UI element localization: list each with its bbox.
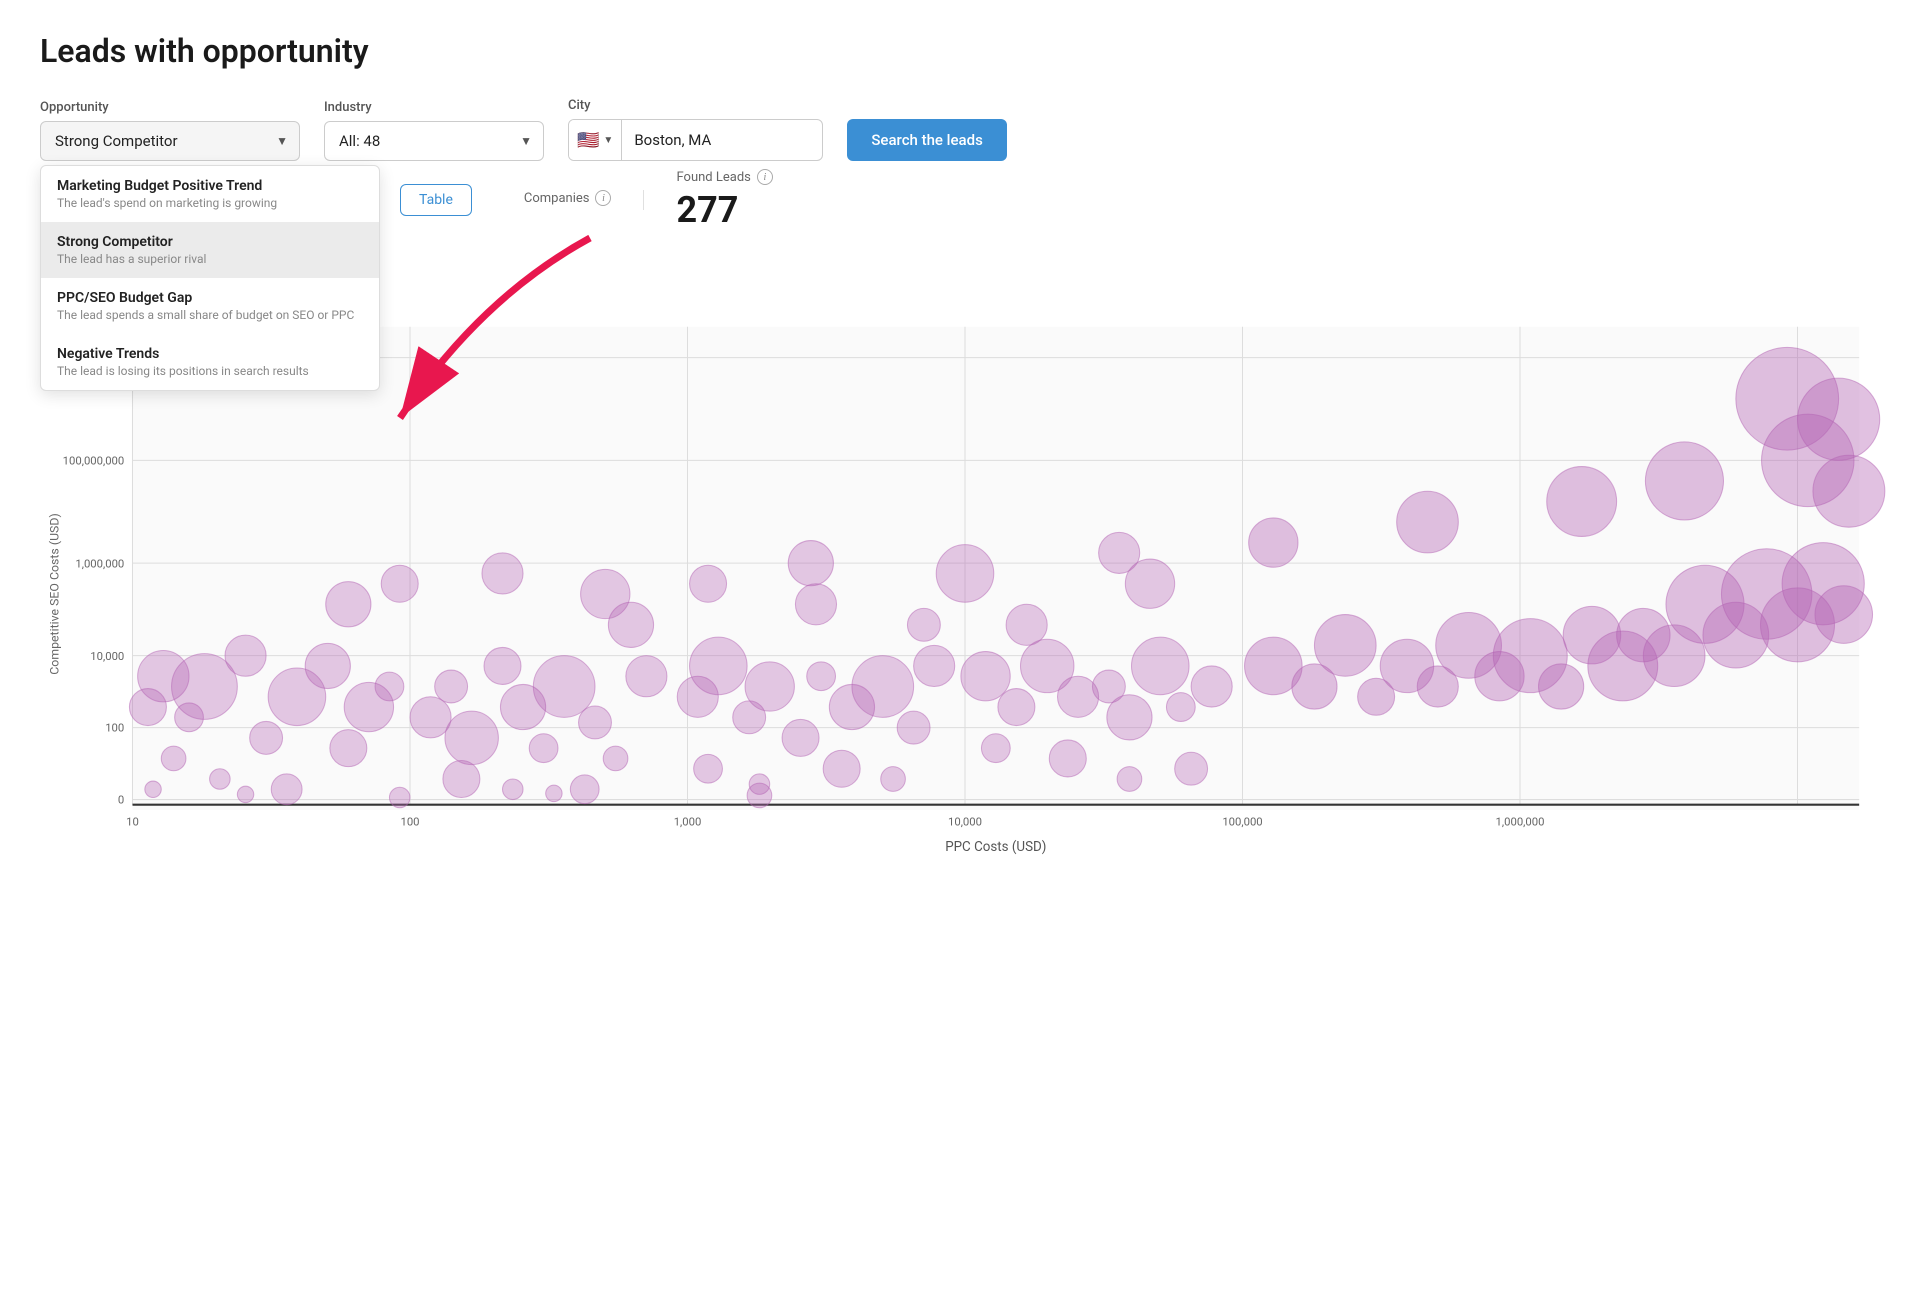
dropdown-item-title-1: Strong Competitor — [57, 234, 363, 250]
dropdown-item-desc-3: The lead is losing its positions in sear… — [57, 364, 363, 378]
opportunity-select[interactable]: Strong Competitor Marketing Budget Posit… — [40, 121, 300, 161]
dropdown-item-title-2: PPC/SEO Budget Gap — [57, 290, 363, 306]
dropdown-item-desc-0: The lead's spend on marketing is growing — [57, 196, 363, 210]
flag-us-icon: 🇺🇸 — [577, 130, 599, 151]
svg-text:0: 0 — [118, 794, 124, 807]
found-leads-value: 277 — [676, 189, 772, 231]
industry-select[interactable]: All: 48 — [324, 121, 544, 161]
filters-row: Opportunity Strong Competitor Marketing … — [40, 98, 1890, 161]
svg-text:10,000: 10,000 — [948, 815, 982, 828]
city-label: City — [568, 98, 823, 113]
city-input[interactable] — [622, 131, 822, 149]
svg-text:10,000: 10,000 — [90, 650, 124, 663]
industry-select-wrapper: All: 48 ▼ — [324, 121, 544, 161]
search-leads-button[interactable]: Search the leads — [847, 119, 1006, 161]
dropdown-item-desc-1: The lead has a superior rival — [57, 252, 363, 266]
svg-text:100,000,000: 100,000,000 — [63, 455, 125, 468]
flag-select[interactable]: 🇺🇸 ▼ — [569, 120, 622, 160]
svg-text:10: 10 — [126, 815, 139, 828]
industry-filter: Industry All: 48 ▼ — [324, 100, 544, 161]
flag-chevron-icon: ▼ — [603, 135, 613, 146]
dropdown-item-desc-2: The lead spends a small share of budget … — [57, 308, 363, 322]
svg-text:1,000: 1,000 — [674, 815, 702, 828]
scatter-chart: Competitive SEO Costs (USD) — [40, 314, 1890, 874]
svg-text:100,000: 100,000 — [1222, 815, 1262, 828]
opportunity-select-wrapper: Strong Competitor Marketing Budget Posit… — [40, 121, 300, 161]
svg-text:Competitive SEO Costs (USD): Competitive SEO Costs (USD) — [48, 513, 63, 675]
dropdown-item-1[interactable]: Strong Competitor The lead has a superio… — [41, 222, 379, 278]
city-input-wrapper: 🇺🇸 ▼ — [568, 119, 823, 161]
table-tab-button[interactable]: Table — [400, 184, 472, 216]
companies-label: Companies i — [524, 190, 612, 206]
found-leads-label: Found Leads i — [676, 169, 772, 185]
svg-text:100: 100 — [105, 722, 124, 735]
dropdown-item-title-0: Marketing Budget Positive Trend — [57, 178, 363, 194]
found-leads-stat: Found Leads i 277 — [644, 169, 804, 231]
opportunity-filter: Opportunity Strong Competitor Marketing … — [40, 100, 300, 161]
svg-text:100: 100 — [400, 815, 419, 828]
companies-stat: Companies i — [492, 190, 645, 210]
svg-text:PPC Costs (USD): PPC Costs (USD) — [945, 840, 1046, 855]
dropdown-item-title-3: Negative Trends — [57, 346, 363, 362]
opportunity-label: Opportunity — [40, 100, 300, 115]
page-title: Leads with opportunity — [40, 32, 1890, 70]
svg-text:1,000,000: 1,000,000 — [75, 557, 124, 570]
svg-text:1,000,000: 1,000,000 — [1496, 815, 1545, 828]
found-leads-info-icon[interactable]: i — [757, 169, 773, 185]
industry-label: Industry — [324, 100, 544, 115]
companies-info-icon[interactable]: i — [595, 190, 611, 206]
dropdown-item-0[interactable]: Marketing Budget Positive Trend The lead… — [41, 166, 379, 222]
city-filter: City 🇺🇸 ▼ — [568, 98, 823, 161]
dropdown-item-2[interactable]: PPC/SEO Budget Gap The lead spends a sma… — [41, 278, 379, 334]
chart-container: Competitive SEO Costs (USD) — [40, 314, 1890, 874]
stats-row: Table Companies i Found Leads i 277 — [400, 169, 1890, 231]
dropdown-item-3[interactable]: Negative Trends The lead is losing its p… — [41, 334, 379, 390]
opportunity-dropdown: Marketing Budget Positive Trend The lead… — [40, 165, 380, 391]
